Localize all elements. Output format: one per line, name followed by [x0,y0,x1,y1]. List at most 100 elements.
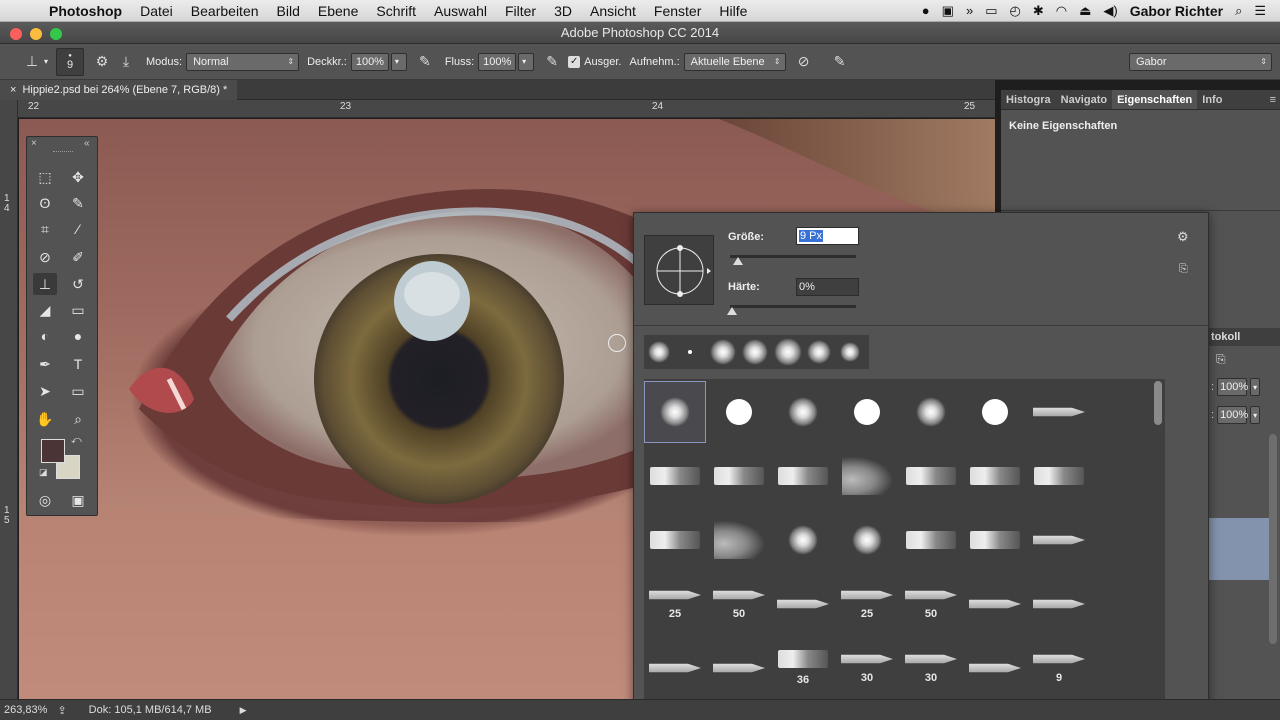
clone-stamp-tool-icon[interactable]: ⊥ [33,273,57,295]
brush-preset[interactable] [644,509,706,571]
recent-brush[interactable] [840,342,860,362]
zoom-level[interactable]: 263,83% [4,704,47,716]
spotlight-icon[interactable]: ⌕ [1235,3,1242,19]
menu-ebene[interactable]: Ebene [309,3,367,19]
gradient-tool-icon[interactable]: ▭ [66,299,90,321]
brush-preset[interactable] [772,445,834,507]
eyedropper-tool-icon[interactable]: ⁄ [66,218,90,240]
lasso-tool-icon[interactable]: ʘ [33,192,57,214]
new-snapshot-icon[interactable]: ⎘ [1216,352,1226,367]
user-name[interactable]: Gabor Richter [1130,3,1223,19]
recent-brush[interactable] [807,340,831,364]
flow-dropdown[interactable]: ▾ [518,52,535,71]
brush-preset[interactable] [964,381,1026,443]
recent-brush[interactable] [742,339,768,365]
brush-preset[interactable] [772,509,834,571]
airbrush-icon[interactable]: ✎ [540,51,564,73]
screen-icon[interactable]: ▣ [942,3,954,19]
export-icon[interactable]: ⇪ [57,704,66,717]
settings-gear-icon[interactable]: ⚙ [1177,229,1189,245]
zoom-tool-icon[interactable]: ⌕ [66,408,90,430]
menu-fenster[interactable]: Fenster [645,3,710,19]
brush-preset[interactable] [1028,509,1090,571]
brush-preset[interactable] [644,381,706,443]
hardness-slider-track[interactable] [730,305,856,308]
brush-preset[interactable] [964,445,1026,507]
brush-preset[interactable]: 30 [900,637,962,699]
brush-preset[interactable]: 9 [1028,637,1090,699]
hardness-slider-handle[interactable] [727,307,737,315]
zoom-window-button[interactable] [50,28,62,40]
size-slider-handle[interactable] [733,257,743,265]
quick-mask-icon[interactable]: ◎ [33,489,57,511]
brush-preset[interactable] [708,637,770,699]
recent-brush[interactable] [710,339,736,365]
layers-fill-value[interactable]: 100% [1217,406,1248,424]
brush-preset[interactable] [1028,381,1090,443]
path-selection-tool-icon[interactable]: ➤ [33,380,57,402]
tab-info[interactable]: Info [1197,90,1227,109]
type-tool-icon[interactable]: T [66,353,90,375]
selected-layer-row[interactable] [1209,518,1269,580]
brush-preset[interactable]: 25 [836,573,898,635]
eraser-tool-icon[interactable]: ◢ [33,299,57,321]
sample-select[interactable]: Aktuelle Ebene ⇕ [683,52,786,71]
tool-preset-dropdown[interactable]: ▾ [44,57,48,66]
close-tab-icon[interactable]: × [10,84,16,96]
menu-3d[interactable]: 3D [545,3,581,19]
flow-input[interactable]: 100% [478,52,517,71]
menu-bearbeiten[interactable]: Bearbeiten [182,3,268,19]
clone-source-icon[interactable]: ⤓ [114,51,138,73]
close-panel-icon[interactable]: × [31,138,37,149]
workspace-select[interactable]: Gabor ⇕ [1129,52,1272,71]
opacity-input[interactable]: 100% [350,52,389,71]
brush-preset[interactable] [964,637,1026,699]
brush-preset[interactable] [708,445,770,507]
layers-scrollbar[interactable] [1269,434,1277,644]
brush-preset[interactable] [836,445,898,507]
collapse-panel-icon[interactable]: « [84,138,90,149]
brush-preset[interactable]: 50 [708,573,770,635]
menu-datei[interactable]: Datei [131,3,182,19]
time-machine-icon[interactable]: ◴ [1009,3,1020,19]
menu-app[interactable]: Photoshop [40,3,131,19]
menu-hilfe[interactable]: Hilfe [710,3,756,19]
eject-icon[interactable]: ⏏ [1079,3,1091,19]
brush-preset[interactable] [772,381,834,443]
layers-opacity[interactable]: :100% ▾ [1211,378,1261,396]
bluetooth-icon[interactable]: ✱ [1033,3,1044,19]
menu-filter[interactable]: Filter [496,3,545,19]
brush-preset[interactable] [836,381,898,443]
minimize-window-button[interactable] [30,28,42,40]
new-preset-icon[interactable]: ⎘ [1179,263,1188,276]
screen-mode-icon[interactable]: ▣ [66,489,90,511]
volume-icon[interactable]: ◀) [1103,3,1117,19]
brush-preset[interactable] [644,637,706,699]
menu-bild[interactable]: Bild [268,3,309,19]
brush-preset[interactable] [836,509,898,571]
hand-tool-icon[interactable]: ✋ [33,408,57,430]
brush-preset[interactable]: 30 [836,637,898,699]
blur-tool-icon[interactable]: ◐ [33,325,57,347]
brush-panel-icon[interactable]: ⚙ [90,51,114,73]
pressure-size-icon[interactable]: ✎ [828,51,852,73]
wifi-icon[interactable]: ◠ [1056,3,1067,19]
menu-schrift[interactable]: Schrift [367,3,425,19]
ignore-adjustment-icon[interactable]: ⊘ [792,51,816,73]
healing-brush-tool-icon[interactable]: ⊘ [33,246,57,268]
history-brush-tool-icon[interactable]: ↺ [66,273,90,295]
menu-auswahl[interactable]: Auswahl [425,3,496,19]
tab-histogram[interactable]: Histogra [1001,90,1056,109]
hat-icon[interactable]: ● [922,3,930,18]
recent-brush[interactable] [648,341,670,363]
pen-tool-icon[interactable]: ✒ [33,353,57,375]
brush-preset[interactable] [900,381,962,443]
brush-preset[interactable] [644,445,706,507]
brush-preset[interactable] [964,509,1026,571]
brush-preset[interactable] [1028,573,1090,635]
brush-preset[interactable] [772,573,834,635]
brush-preset[interactable] [900,509,962,571]
panel-menu-icon[interactable]: ≡ [1270,90,1280,109]
close-window-button[interactable] [10,28,22,40]
protokoll-tab[interactable]: tokoll [1209,328,1280,346]
